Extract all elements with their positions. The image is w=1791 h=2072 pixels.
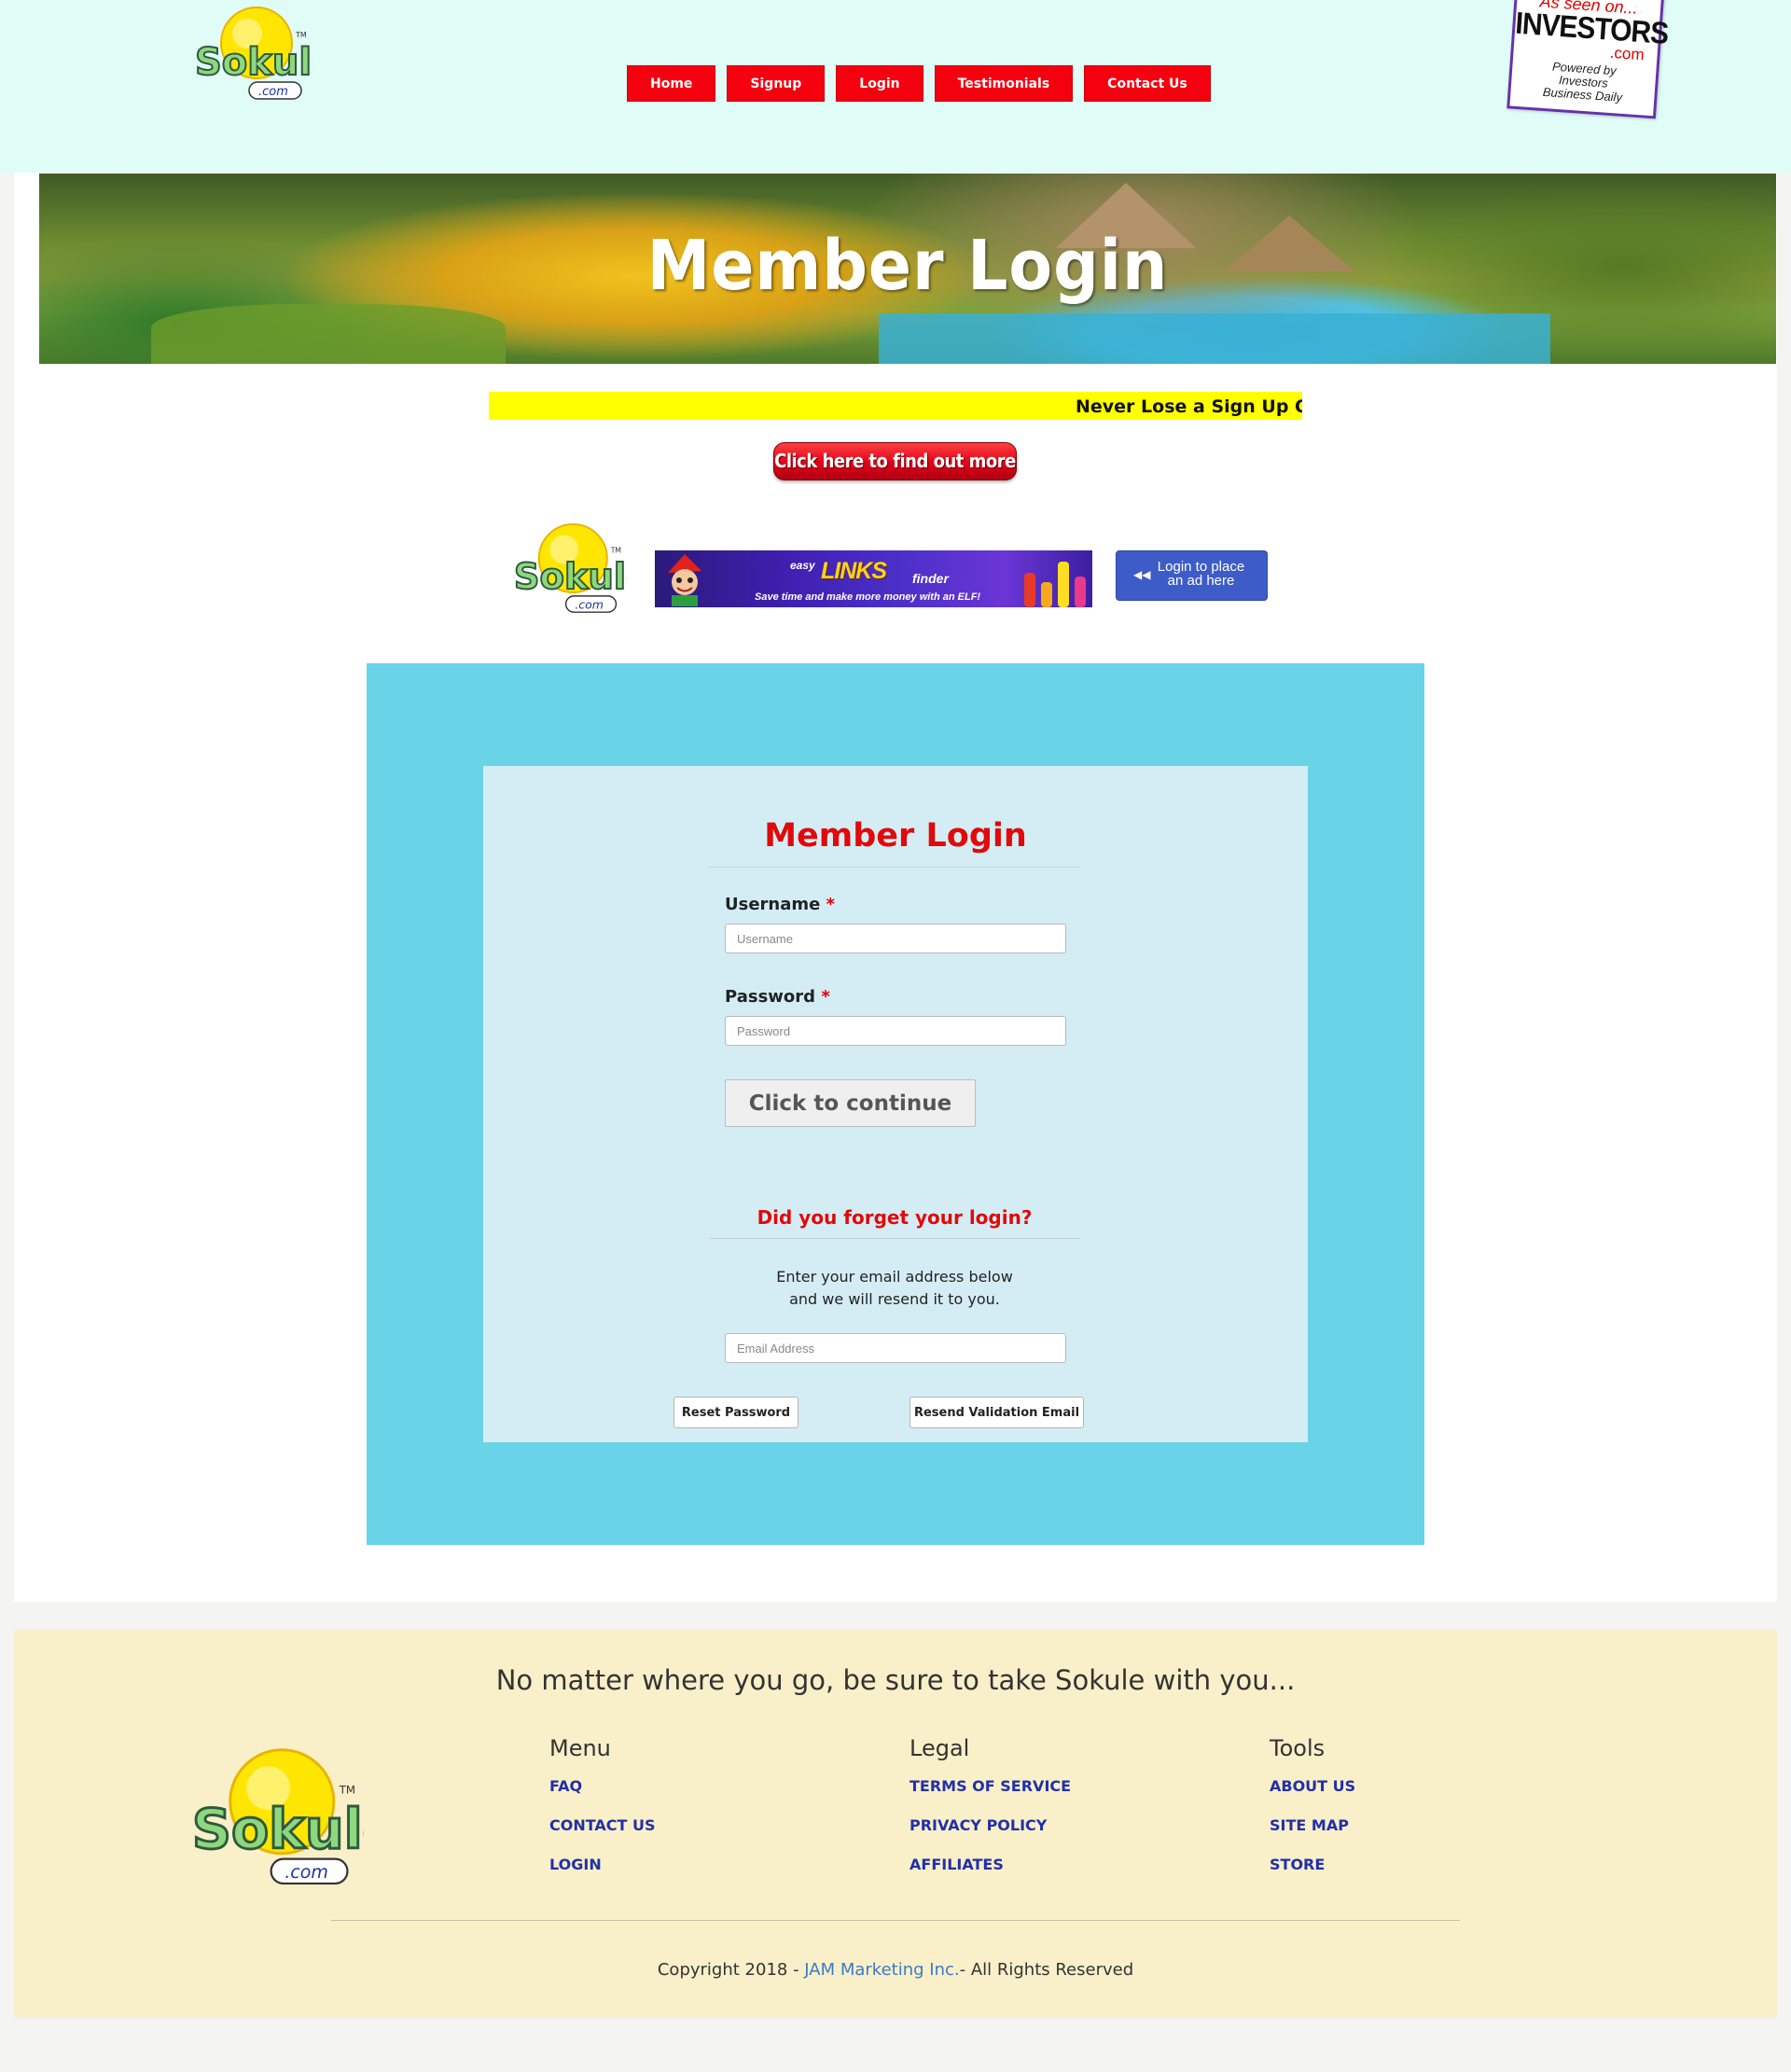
- svg-text:Sokule: Sokule: [192, 1798, 364, 1861]
- svg-text:TM: TM: [339, 1783, 355, 1796]
- ad-tagline: Save time and make more money with an EL…: [755, 591, 981, 603]
- footer-link-affiliates[interactable]: AFFILIATES: [909, 1855, 1071, 1894]
- footer-link-login[interactable]: LOGIN: [549, 1855, 656, 1894]
- svg-text:.com: .com: [258, 85, 288, 99]
- svg-text:TM: TM: [610, 547, 621, 555]
- main-nav: Home Signup Login Testimonials Contact U…: [627, 65, 1211, 102]
- svg-text:Sokule: Sokule: [514, 556, 627, 598]
- nav-testimonials[interactable]: Testimonials: [934, 65, 1074, 102]
- place-ad-button[interactable]: ◀◀ Login to place an ad here: [1116, 550, 1268, 601]
- reset-password-button[interactable]: Reset Password: [673, 1397, 798, 1428]
- footer-tools-heading: Tools: [1270, 1735, 1326, 1761]
- ad-links-text: LINKS: [821, 558, 887, 584]
- footer-menu-column: Menu FAQ CONTACT US LOGIN: [549, 1735, 656, 1894]
- sokule-logo-small[interactable]: Sokule TM .com: [510, 521, 627, 619]
- jam-marketing-link[interactable]: JAM Marketing Inc.: [804, 1960, 959, 1980]
- investors-powered-by: Powered by Investors Business Daily: [1542, 59, 1623, 104]
- nav-home[interactable]: Home: [627, 65, 716, 102]
- hero-banner: Member Login: [39, 174, 1776, 364]
- forgot-login-heading: Did you forget your login?: [757, 1206, 1033, 1229]
- continue-button[interactable]: Click to continue: [725, 1079, 976, 1127]
- footer-link-privacy[interactable]: PRIVACY POLICY: [909, 1815, 1071, 1855]
- footer-link-contact-us[interactable]: CONTACT US: [549, 1815, 656, 1855]
- sokule-logo-word: Sokule: [195, 41, 312, 84]
- banner-title: Member Login: [646, 226, 1169, 306]
- elf-icon: [668, 554, 701, 606]
- raised-hands-icon: [1024, 562, 1086, 607]
- nav-contact-us[interactable]: Contact Us: [1084, 65, 1211, 102]
- forgot-divider: [709, 1238, 1080, 1239]
- footer-link-site-map[interactable]: SITE MAP: [1270, 1815, 1355, 1855]
- resend-validation-button[interactable]: Resend Validation Email: [909, 1397, 1084, 1428]
- required-marker: *: [821, 987, 830, 1007]
- password-input[interactable]: [725, 1016, 1066, 1046]
- forgot-instructions: Enter your email address below and we wi…: [776, 1268, 1013, 1308]
- login-form-title: Member Login: [764, 817, 1027, 855]
- copyright-text: Copyright 2018 - JAM Marketing Inc.- All…: [657, 1960, 1134, 1980]
- footer-link-faq[interactable]: FAQ: [549, 1776, 656, 1815]
- site-header: Sokule TM .com Home Signup Login Testimo…: [0, 0, 1791, 173]
- footer-legal-column: Legal TERMS OF SERVICE PRIVACY POLICY AF…: [909, 1735, 1071, 1894]
- footer-divider: [331, 1920, 1460, 1921]
- required-marker: *: [826, 895, 836, 914]
- email-input[interactable]: [725, 1333, 1066, 1363]
- marquee-ticker: Never Lose a Sign Up Or Sale Again!: [489, 392, 1302, 420]
- sokule-logo-footer[interactable]: Sokule TM .com: [187, 1746, 364, 1891]
- footer-link-about-us[interactable]: ABOUT US: [1270, 1776, 1355, 1815]
- footer-tagline: No matter where you go, be sure to take …: [495, 1664, 1296, 1696]
- ad-easy-text: easy: [790, 559, 815, 572]
- easy-links-finder-ad[interactable]: easy LINKS finder Save time and make mor…: [655, 550, 1092, 607]
- footer-menu-heading: Menu: [549, 1735, 611, 1761]
- investors-badge[interactable]: As seen on... INVESTORS .com Powered by …: [1506, 0, 1669, 119]
- username-input[interactable]: [725, 924, 1066, 953]
- nav-login[interactable]: Login: [836, 65, 923, 102]
- ticker-text: Never Lose a Sign Up Or Sale Again!: [1076, 396, 1302, 417]
- title-divider: [709, 867, 1080, 868]
- svg-text:.com: .com: [285, 1862, 328, 1883]
- footer-link-store[interactable]: STORE: [1270, 1855, 1355, 1894]
- footer-tools-column: Tools ABOUT US SITE MAP STORE: [1270, 1735, 1355, 1894]
- username-label: Username *: [725, 895, 836, 914]
- footer-link-terms[interactable]: TERMS OF SERVICE: [909, 1776, 1071, 1815]
- nav-signup[interactable]: Signup: [727, 65, 826, 102]
- svg-text:TM: TM: [295, 31, 307, 39]
- svg-text:.com: .com: [575, 597, 604, 611]
- double-left-arrow-icon: ◀◀: [1133, 568, 1151, 581]
- footer-legal-heading: Legal: [909, 1735, 970, 1761]
- ad-finder-text: finder: [912, 571, 949, 586]
- find-out-more-button[interactable]: Click here to find out more: [773, 442, 1017, 480]
- sokule-logo[interactable]: Sokule TM .com: [191, 6, 312, 104]
- password-label: Password *: [725, 987, 830, 1007]
